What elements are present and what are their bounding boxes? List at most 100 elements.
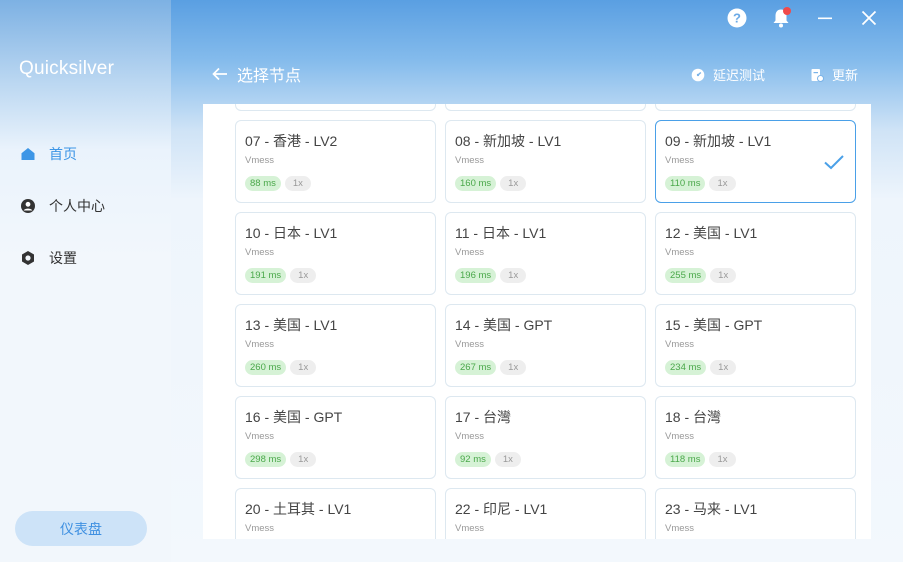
latency-test-button[interactable]: 延迟测试 (691, 65, 765, 84)
multiplier-badge: 1x (500, 176, 527, 191)
node-grid: 07 - 香港 - LV2 Vmess 88 ms 1x 08 - 新加坡 - LV1 V… (235, 104, 856, 539)
sidebar-item-label: 设置 (49, 250, 77, 266)
page-title: 选择节点 (237, 68, 302, 85)
node-card[interactable]: 23 - 马来 - LV1 Vmess (655, 488, 856, 539)
node-card[interactable]: 12 - 美国 - LV1 Vmess 255 ms 1x (655, 212, 856, 295)
node-name: 22 - 印尼 - LV1 (455, 501, 548, 517)
sidebar: Quicksilver 首页 个人中心 设置 仪表盘 (0, 0, 171, 562)
back-arrow-icon (211, 65, 229, 83)
sidebar-item-settings[interactable]: 设置 (20, 246, 77, 270)
multiplier-badge: 1x (290, 452, 317, 467)
latency-badge: 191 ms (245, 268, 287, 283)
multiplier-badge: 1x (500, 268, 527, 283)
node-tags: 160 ms 1x (455, 176, 645, 191)
svg-text:?: ? (733, 11, 741, 26)
sidebar-item-profile[interactable]: 个人中心 (20, 194, 105, 218)
node-tags: 255 ms 1x (665, 268, 855, 283)
node-card[interactable]: 07 - 香港 - LV2 Vmess 88 ms 1x (235, 120, 436, 203)
node-name: 23 - 马来 - LV1 (665, 501, 758, 517)
node-card[interactable]: 11 - 日本 - LV1 Vmess 196 ms 1x (445, 212, 646, 295)
node-tags: 88 ms 1x (245, 176, 435, 191)
node-tags: 260 ms 1x (245, 360, 435, 375)
window-controls: ? (715, 6, 891, 30)
multiplier-badge: 1x (494, 452, 521, 467)
node-card[interactable] (235, 104, 436, 111)
node-card[interactable]: 08 - 新加坡 - LV1 Vmess 160 ms 1x (445, 120, 646, 203)
node-name: 09 - 新加坡 - LV1 (665, 133, 772, 149)
latency-badge: 298 ms (245, 452, 287, 467)
node-protocol: Vmess (665, 339, 695, 350)
node-tags: 191 ms 1x (245, 268, 435, 283)
node-tags: 267 ms 1x (455, 360, 645, 375)
update-button[interactable]: 更新 (810, 65, 858, 84)
latency-badge: 118 ms (665, 452, 706, 467)
multiplier-badge: 1x (710, 268, 737, 283)
node-protocol: Vmess (455, 431, 485, 442)
close-icon[interactable] (847, 6, 891, 30)
node-name: 07 - 香港 - LV2 (245, 133, 338, 149)
latency-badge: 88 ms (245, 176, 281, 191)
bell-icon[interactable] (759, 6, 803, 30)
node-card[interactable] (445, 104, 646, 111)
minimize-icon[interactable] (803, 6, 847, 30)
multiplier-badge: 1x (500, 360, 527, 375)
gear-icon (20, 250, 36, 266)
sidebar-item-home[interactable]: 首页 (20, 142, 77, 166)
multiplier-badge: 1x (290, 360, 317, 375)
user-icon (20, 198, 36, 214)
node-name: 15 - 美国 - GPT (665, 317, 763, 333)
node-name: 14 - 美国 - GPT (455, 317, 553, 333)
node-card[interactable]: 20 - 土耳其 - LV1 Vmess (235, 488, 436, 539)
app-title: Quicksilver (19, 58, 115, 79)
node-protocol: Vmess (665, 431, 695, 442)
node-tags: 234 ms 1x (665, 360, 855, 375)
sidebar-item-label: 个人中心 (49, 198, 105, 214)
node-list-panel[interactable]: 07 - 香港 - LV2 Vmess 88 ms 1x 08 - 新加坡 - LV1 V… (203, 104, 871, 539)
node-card[interactable]: 16 - 美国 - GPT Vmess 298 ms 1x (235, 396, 436, 479)
latency-badge: 160 ms (455, 176, 497, 191)
node-protocol: Vmess (455, 523, 485, 534)
node-card[interactable]: 10 - 日本 - LV1 Vmess 191 ms 1x (235, 212, 436, 295)
multiplier-badge: 1x (709, 176, 736, 191)
help-icon[interactable]: ? (715, 6, 759, 30)
node-card[interactable]: 14 - 美国 - GPT Vmess 267 ms 1x (445, 304, 646, 387)
back-button[interactable]: 选择节点 (211, 62, 301, 86)
node-tags: 298 ms 1x (245, 452, 435, 467)
node-card[interactable]: 22 - 印尼 - LV1 Vmess (445, 488, 646, 539)
sidebar-item-label: 首页 (49, 146, 77, 162)
node-name: 10 - 日本 - LV1 (245, 225, 338, 241)
latency-badge: 92 ms (455, 452, 491, 467)
node-protocol: Vmess (665, 247, 695, 258)
notification-badge (783, 7, 791, 15)
node-card[interactable]: 13 - 美国 - LV1 Vmess 260 ms 1x (235, 304, 436, 387)
node-protocol: Vmess (455, 339, 485, 350)
speedometer-icon (691, 68, 705, 82)
multiplier-badge: 1x (290, 268, 317, 283)
refresh-doc-icon (810, 68, 824, 82)
node-protocol: Vmess (245, 339, 275, 350)
latency-badge: 255 ms (665, 268, 707, 283)
multiplier-badge: 1x (709, 452, 736, 467)
node-card[interactable]: 09 - 新加坡 - LV1 Vmess 110 ms 1x (655, 120, 856, 203)
node-name: 12 - 美国 - LV1 (665, 225, 758, 241)
node-protocol: Vmess (245, 523, 275, 534)
node-protocol: Vmess (245, 431, 275, 442)
multiplier-badge: 1x (284, 176, 311, 191)
latency-badge: 260 ms (245, 360, 287, 375)
node-card[interactable]: 15 - 美国 - GPT Vmess 234 ms 1x (655, 304, 856, 387)
node-card[interactable]: 18 - 台灣 Vmess 118 ms 1x (655, 396, 856, 479)
home-icon (20, 146, 36, 162)
node-name: 11 - 日本 - LV1 (455, 225, 547, 241)
dashboard-button[interactable]: 仪表盘 (15, 511, 147, 546)
node-card[interactable] (655, 104, 856, 111)
node-name: 17 - 台灣 (455, 409, 512, 425)
multiplier-badge: 1x (710, 360, 737, 375)
latency-badge: 110 ms (665, 176, 706, 191)
node-card[interactable]: 17 - 台灣 Vmess 92 ms 1x (445, 396, 646, 479)
node-name: 08 - 新加坡 - LV1 (455, 133, 562, 149)
node-protocol: Vmess (455, 247, 485, 258)
node-tags: 196 ms 1x (455, 268, 645, 283)
latency-badge: 196 ms (455, 268, 497, 283)
node-name: 20 - 土耳其 - LV1 (245, 501, 352, 517)
node-protocol: Vmess (455, 155, 485, 166)
